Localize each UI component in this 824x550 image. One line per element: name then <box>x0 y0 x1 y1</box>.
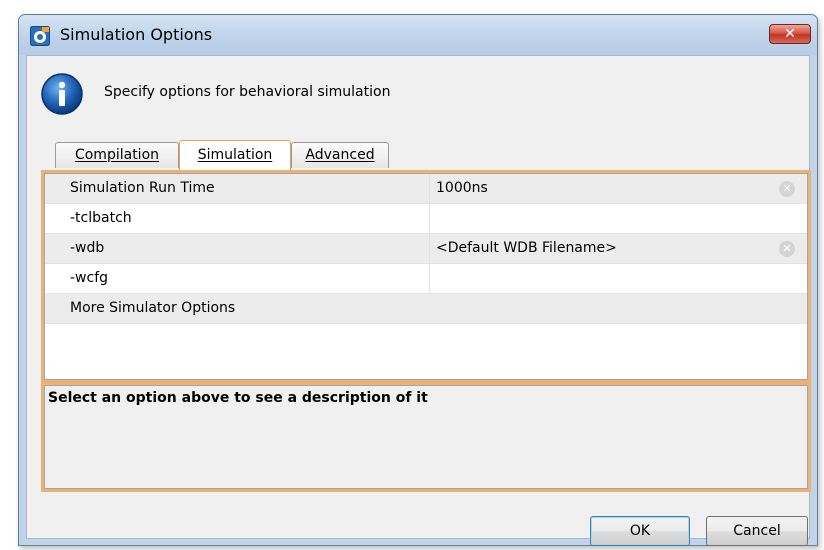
option-name: More Simulator Options <box>70 300 236 316</box>
tab-strip: Compilation Simulation Advanced <box>55 140 415 170</box>
ok-button[interactable]: OK <box>590 516 690 546</box>
info-icon <box>41 73 83 115</box>
options-table: Simulation Run Time 1000ns ✕ -tclbatch -… <box>44 173 808 380</box>
option-name: Simulation Run Time <box>70 180 215 196</box>
option-value: <Default WDB Filename> <box>436 240 617 256</box>
table-row[interactable]: Simulation Run Time 1000ns ✕ <box>45 174 807 204</box>
tab-advanced[interactable]: Advanced <box>291 142 389 168</box>
close-button[interactable]: ✕ <box>769 24 811 44</box>
table-row[interactable]: More Simulator Options <box>45 294 807 324</box>
description-pane: Select an option above to see a descript… <box>44 385 808 489</box>
clear-icon[interactable]: ✕ <box>779 241 795 257</box>
tab-label: Simulation <box>197 147 273 163</box>
option-name: -wdb <box>70 240 105 256</box>
app-icon <box>30 26 50 46</box>
table-row[interactable]: -wcfg <box>45 264 807 294</box>
option-value-field[interactable] <box>429 204 807 234</box>
close-icon: ✕ <box>784 26 796 42</box>
window-title: Simulation Options <box>60 25 213 44</box>
option-name: -tclbatch <box>70 210 132 226</box>
header-description: Specify options for behavioral simulatio… <box>104 84 391 100</box>
table-row[interactable]: -tclbatch <box>45 204 807 234</box>
tab-compilation[interactable]: Compilation <box>55 142 179 168</box>
cancel-button[interactable]: Cancel <box>706 516 808 546</box>
dialog-body: Specify options for behavioral simulatio… <box>26 55 811 546</box>
option-name: -wcfg <box>70 270 109 286</box>
simulation-options-dialog: Simulation Options ✕ Specify options for… <box>18 14 818 546</box>
options-panel: Simulation Run Time 1000ns ✕ -tclbatch -… <box>41 170 811 492</box>
tab-label: Compilation <box>74 147 160 163</box>
option-value-field[interactable] <box>429 264 807 294</box>
title-bar[interactable]: Simulation Options ✕ <box>19 15 817 55</box>
tab-simulation[interactable]: Simulation <box>179 140 291 170</box>
table-row[interactable]: -wdb <Default WDB Filename> ✕ <box>45 234 807 264</box>
clear-icon[interactable]: ✕ <box>779 181 795 197</box>
option-value: 1000ns <box>436 180 488 196</box>
tab-label: Advanced <box>305 147 375 163</box>
option-value-field[interactable]: 1000ns ✕ <box>429 174 807 204</box>
option-value-field[interactable]: <Default WDB Filename> ✕ <box>429 234 807 264</box>
description-text: Select an option above to see a descript… <box>48 390 428 406</box>
